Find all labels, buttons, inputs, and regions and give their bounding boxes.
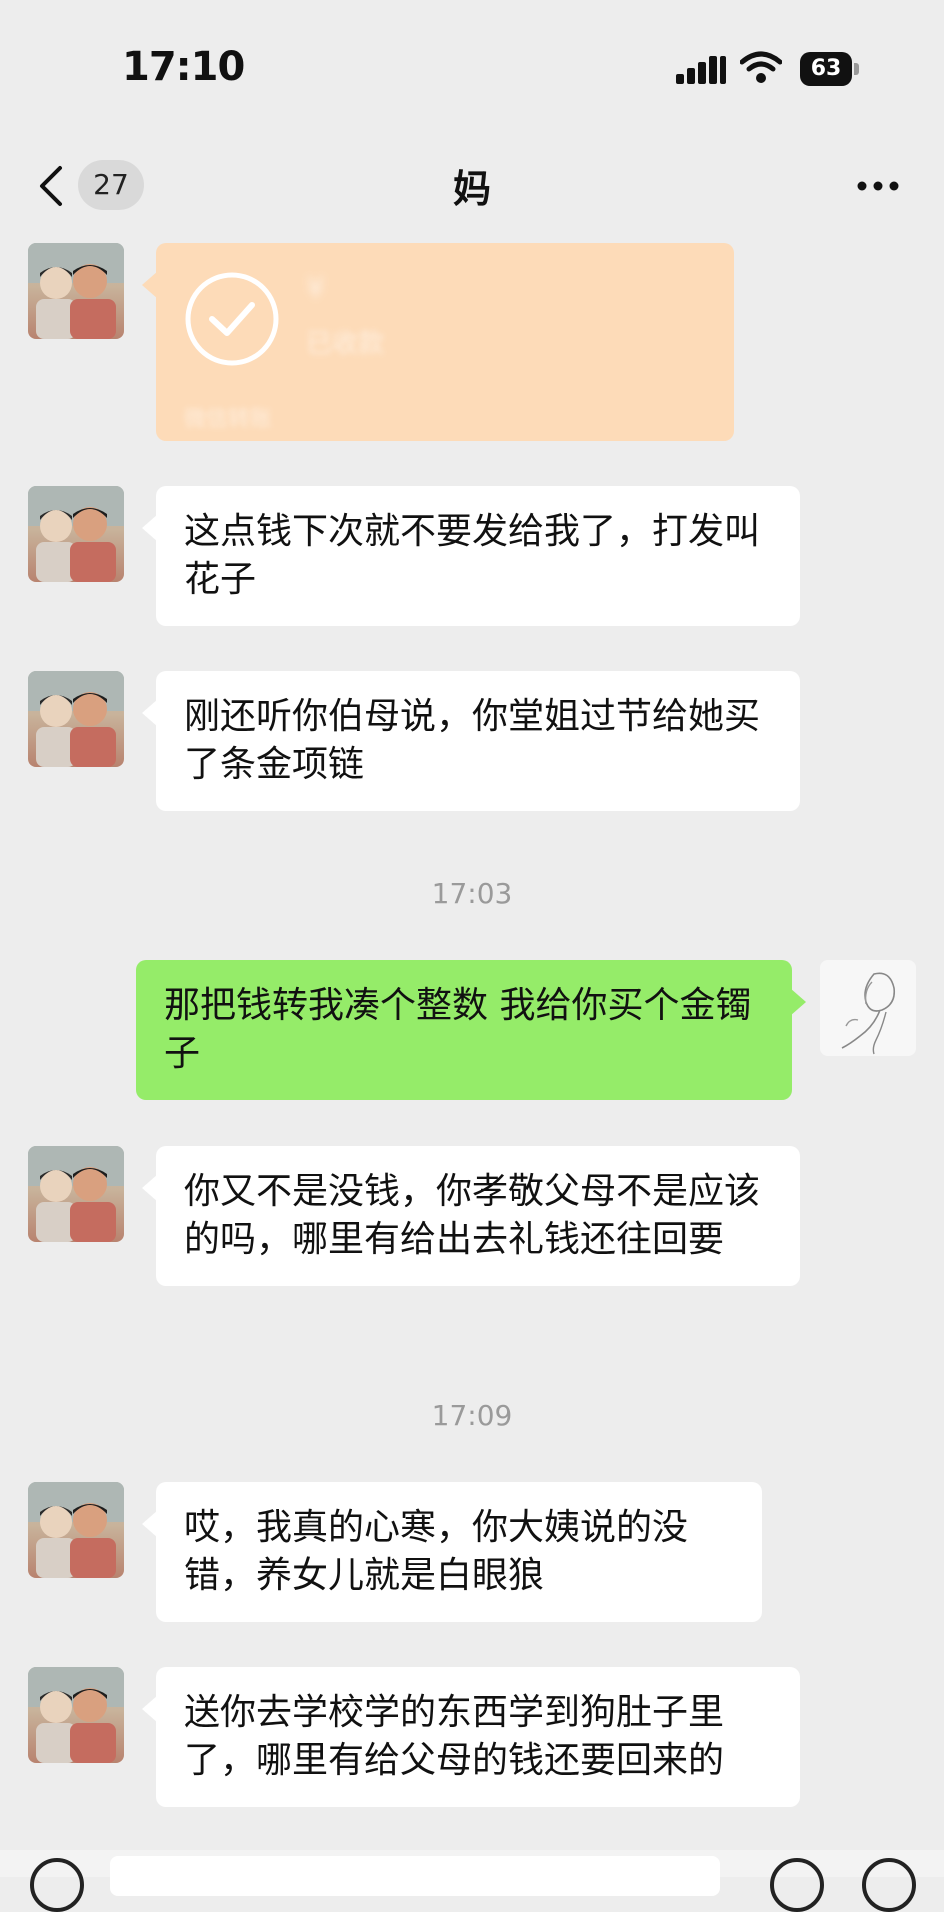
chat-header: 27 妈 — [0, 140, 944, 235]
plus-icon[interactable] — [862, 1858, 916, 1912]
battery-tip — [854, 63, 859, 75]
message-timestamp: 17:09 — [431, 1399, 513, 1432]
message-bubble[interactable]: 送你去学校学的东西学到狗肚子里了，哪里有给父母的钱还要回来的 — [142, 1667, 800, 1807]
message-bubble[interactable]: 哎，我真的心寒，你大姨说的没错，养女儿就是白眼狼 — [142, 1482, 762, 1622]
contact-avatar[interactable] — [28, 1667, 124, 1763]
more-options-icon[interactable] — [856, 178, 900, 194]
check-circle-icon — [185, 272, 279, 366]
message-bubble[interactable]: 这点钱下次就不要发给我了，打发叫花子 — [142, 486, 800, 626]
contact-avatar[interactable] — [28, 1146, 124, 1242]
transfer-amount: ¥ — [306, 271, 326, 306]
contact-avatar[interactable] — [28, 243, 124, 339]
status-time: 17:10 — [122, 44, 245, 90]
message-input[interactable] — [110, 1856, 720, 1896]
contact-avatar[interactable] — [28, 486, 124, 582]
transfer-status: 已收款 — [306, 329, 385, 359]
back-chevron-icon[interactable] — [36, 164, 66, 208]
signal-icon — [676, 56, 726, 84]
message-bubble[interactable]: 刚还听你伯母说，你堂姐过节给她买了条金项链 — [142, 671, 800, 811]
message-bubble[interactable]: 你又不是没钱，你孝敬父母不是应该的吗，哪里有给出去礼钱还往回要 — [142, 1146, 800, 1286]
contact-avatar[interactable] — [28, 671, 124, 767]
transfer-footer: 微信转账 — [184, 407, 273, 432]
status-bar: 17:10 63 — [0, 0, 944, 140]
unread-count-badge[interactable]: 27 — [78, 160, 144, 210]
contact-avatar[interactable] — [28, 1482, 124, 1578]
emoji-icon[interactable] — [770, 1858, 824, 1912]
voice-toggle-icon[interactable] — [30, 1858, 84, 1912]
battery-level: 63 — [800, 52, 852, 86]
my-message-bubble[interactable]: 那把钱转我凑个整数 我给你买个金镯子 — [136, 960, 806, 1100]
my-avatar[interactable] — [820, 960, 916, 1056]
message-timestamp: 17:03 — [431, 877, 513, 910]
wifi-icon — [740, 51, 782, 83]
money-transfer-card[interactable]: ¥ 已收款 微信转账 — [142, 243, 734, 441]
battery-icon: 63 — [800, 52, 860, 86]
